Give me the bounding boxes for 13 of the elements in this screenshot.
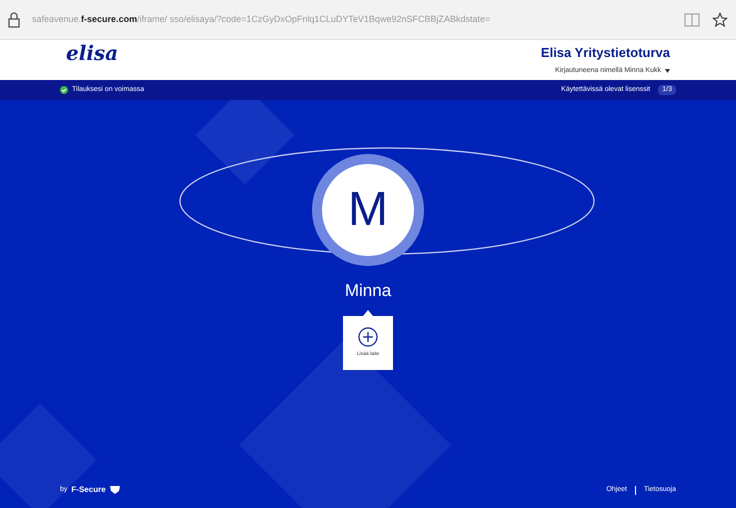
brand-logo: F-Secure [71, 484, 106, 496]
avatar[interactable]: M [312, 154, 424, 266]
app-title: Elisa Yritystietoturva [540, 44, 670, 62]
plus-icon [358, 326, 378, 347]
reading-view-icon[interactable] [684, 12, 700, 26]
pointer-notch [363, 310, 373, 316]
profile-name: Minna [344, 280, 392, 302]
caret-icon [665, 69, 670, 74]
star-icon[interactable] [712, 12, 728, 28]
shield-icon [110, 485, 120, 495]
check-icon [60, 86, 68, 94]
logo[interactable]: elisa [66, 38, 118, 68]
lock-icon [8, 12, 20, 28]
